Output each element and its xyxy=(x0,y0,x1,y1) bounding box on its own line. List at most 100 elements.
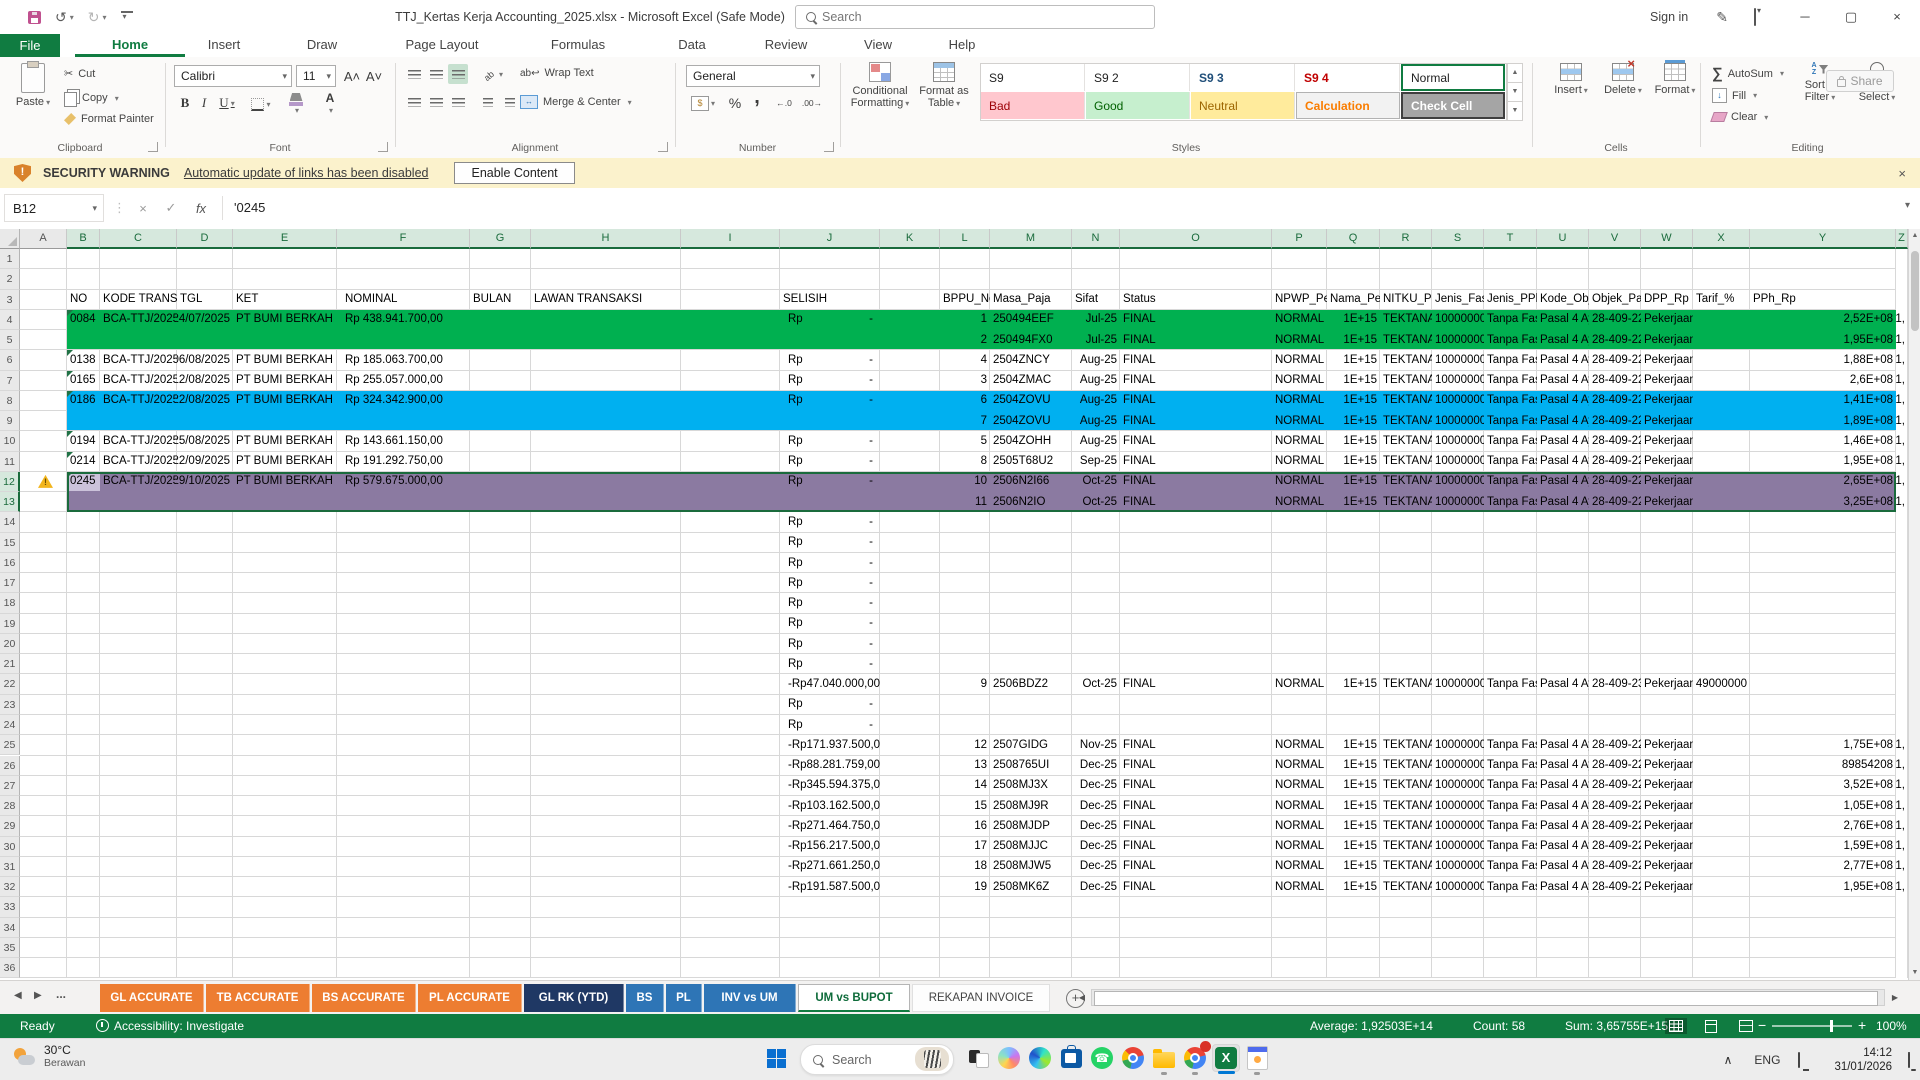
grid-cell-Y11[interactable]: 1,95E+08 xyxy=(1750,452,1896,471)
borders-button[interactable] xyxy=(248,95,274,113)
font-dialog-launcher[interactable] xyxy=(378,142,388,152)
grid-cell-W4[interactable]: Pekerjaan xyxy=(1641,310,1693,329)
grid-cell-J10[interactable]: Rp- xyxy=(780,431,880,450)
start-button[interactable] xyxy=(762,1044,790,1072)
column-header-S[interactable]: S xyxy=(1432,229,1484,249)
grid-cell-J14[interactable]: Rp- xyxy=(780,512,880,531)
grid-cell-J29[interactable]: -Rp271.464.750,00 xyxy=(780,816,880,835)
field-header-no[interactable]: NO xyxy=(67,290,100,309)
grid-cell-T10[interactable]: Tanpa Fas xyxy=(1484,431,1537,450)
grid-cell-M8[interactable]: 2504ZOVU xyxy=(990,391,1072,410)
grid-cell-P27[interactable]: NORMAL xyxy=(1272,776,1327,795)
grid-cell-E10[interactable]: PT BUMI BERKAH BOG xyxy=(233,431,337,450)
sheet-tab-inv-vs-um[interactable]: INV vs UM xyxy=(704,984,796,1012)
grid-cell-P11[interactable]: NORMAL xyxy=(1272,452,1327,471)
grid-cell-F7[interactable]: Rp 255.057.000,00 xyxy=(337,371,470,390)
delete-cells-button[interactable]: Delete xyxy=(1598,63,1648,97)
grid-cell-Q5[interactable]: 1E+15 xyxy=(1327,330,1380,349)
ribbon-tab-page-layout[interactable]: Page Layout xyxy=(387,34,497,57)
grid-cell-E7[interactable]: PT BUMI BERKAH BOG xyxy=(233,371,337,390)
insert-function-button[interactable]: fx xyxy=(188,194,214,222)
grid-cell-V7[interactable]: 28-409-22 xyxy=(1589,371,1641,390)
grid-cell-O29[interactable]: FINAL xyxy=(1120,816,1272,835)
grid-cell-R25[interactable]: TEKTANA xyxy=(1380,735,1432,754)
grid-cell-Z30[interactable]: 1, xyxy=(1896,837,1908,856)
grid-cell-U30[interactable]: Pasal 4 Ay xyxy=(1537,837,1589,856)
grid-cell-W26[interactable]: Pekerjaan xyxy=(1641,756,1693,775)
grid-cell-Z8[interactable]: 1, xyxy=(1896,391,1908,410)
grid-cell-S30[interactable]: 1000000000 xyxy=(1432,837,1484,856)
grid-cell-W31[interactable]: Pekerjaan xyxy=(1641,857,1693,876)
grid-cell-P7[interactable]: NORMAL xyxy=(1272,371,1327,390)
grid-cell-J28[interactable]: -Rp103.162.500,00 xyxy=(780,796,880,815)
row-header-8[interactable]: 8 xyxy=(0,391,20,411)
field-header-nitku-pe[interactable]: NITKU_Pe xyxy=(1380,290,1432,309)
grid-cell-C10[interactable]: BCA-TTJ/2025/0194 xyxy=(100,431,177,450)
field-header-jenis-pph[interactable]: Jenis_PPh xyxy=(1484,290,1537,309)
grid-cell-R11[interactable]: TEKTANA xyxy=(1380,452,1432,471)
grid-cell-O10[interactable]: FINAL xyxy=(1120,431,1272,450)
grid-cell-L6[interactable]: 4 xyxy=(940,350,990,369)
display-icon[interactable] xyxy=(1798,1053,1800,1067)
field-header-status[interactable]: Status xyxy=(1120,290,1272,309)
fill-color-button[interactable] xyxy=(282,93,310,115)
grid-cell-T9[interactable]: Tanpa Fas xyxy=(1484,411,1537,430)
grid-cell-J21[interactable]: Rp- xyxy=(780,654,880,673)
grid-cell-Z32[interactable]: 1, xyxy=(1896,877,1908,896)
taskbar-app-copilot[interactable] xyxy=(995,1044,1023,1072)
grid-cell-T5[interactable]: Tanpa Fas xyxy=(1484,330,1537,349)
taskbar-app-excel[interactable]: X xyxy=(1212,1044,1240,1072)
sheet-tab-pl[interactable]: PL xyxy=(666,984,702,1012)
vertical-scrollbar[interactable]: ▲ ▼ xyxy=(1908,229,1920,980)
percent-style-button[interactable]: % xyxy=(726,93,744,113)
row-header-35[interactable]: 35 xyxy=(0,938,20,958)
grid-cell-W6[interactable]: Pekerjaan xyxy=(1641,350,1693,369)
number-dialog-launcher[interactable] xyxy=(824,142,834,152)
row-header-17[interactable]: 17 xyxy=(0,573,20,593)
align-left-button[interactable] xyxy=(404,92,424,112)
grid-cell-M7[interactable]: 2504ZMAC xyxy=(990,371,1072,390)
grid-cell-M28[interactable]: 2508MJ9R xyxy=(990,796,1072,815)
paste-button[interactable]: Paste xyxy=(8,63,58,109)
grid-cell-R29[interactable]: TEKTANA xyxy=(1380,816,1432,835)
column-header-R[interactable]: R xyxy=(1380,229,1432,249)
grid-cell-C4[interactable]: BCA-TTJ/2025/0084 xyxy=(100,310,177,329)
column-header-P[interactable]: P xyxy=(1272,229,1327,249)
grid-cell-D6[interactable]: 06/08/2025 xyxy=(177,350,233,369)
grid-cell-Y8[interactable]: 1,41E+08 xyxy=(1750,391,1896,410)
grid-cell-J25[interactable]: -Rp171.937.500,00 xyxy=(780,735,880,754)
format-painter-button[interactable]: Format Painter xyxy=(64,113,154,125)
grid-cell-N6[interactable]: Aug-25 xyxy=(1072,350,1120,369)
alignment-dialog-launcher[interactable] xyxy=(658,142,668,152)
grid-cell-O5[interactable]: FINAL xyxy=(1120,330,1272,349)
grid-cell-W25[interactable]: Pekerjaan xyxy=(1641,735,1693,754)
zoom-slider-thumb[interactable] xyxy=(1830,1020,1833,1032)
number-format-combo[interactable]: General xyxy=(686,65,820,87)
grid-cell-Q25[interactable]: 1E+15 xyxy=(1327,735,1380,754)
grid-cell-O32[interactable]: FINAL xyxy=(1120,877,1272,896)
taskbar-app-task-view[interactable] xyxy=(964,1044,992,1072)
save-button[interactable] xyxy=(28,11,41,24)
security-warning-message[interactable]: Automatic update of links has been disab… xyxy=(184,166,429,180)
grid-cell-U7[interactable]: Pasal 4 Ay xyxy=(1537,371,1589,390)
grid-cell-S7[interactable]: 1000000000 xyxy=(1432,371,1484,390)
grid-cell-Q10[interactable]: 1E+15 xyxy=(1327,431,1380,450)
field-header-pph-rp[interactable]: PPh_Rp xyxy=(1750,290,1896,309)
column-header-E[interactable]: E xyxy=(233,229,337,249)
undo-button[interactable]: ↺ xyxy=(55,9,74,26)
grid-cell-M4[interactable]: 250494EEF xyxy=(990,310,1072,329)
underline-button[interactable]: U xyxy=(214,93,240,113)
grid-cell-Q7[interactable]: 1E+15 xyxy=(1327,371,1380,390)
horizontal-scrollbar[interactable] xyxy=(1091,989,1885,1006)
weather-widget[interactable]: 30°CBerawan xyxy=(12,1043,85,1070)
grid-cell-V8[interactable]: 28-409-22 xyxy=(1589,391,1641,410)
grid-cell-Q9[interactable]: 1E+15 xyxy=(1327,411,1380,430)
grid-cell-M27[interactable]: 2508MJ3X xyxy=(990,776,1072,795)
grid-cell-C11[interactable]: BCA-TTJ/2025/0214 xyxy=(100,452,177,471)
minimize-button[interactable]: ─ xyxy=(1782,0,1828,34)
cell-style-normal[interactable]: Normal xyxy=(1401,64,1505,91)
grid-cell-Q28[interactable]: 1E+15 xyxy=(1327,796,1380,815)
grid-cell-Y27[interactable]: 3,52E+08 xyxy=(1750,776,1896,795)
grid-cell-S26[interactable]: 1000000000 xyxy=(1432,756,1484,775)
grid-cell-L30[interactable]: 17 xyxy=(940,837,990,856)
